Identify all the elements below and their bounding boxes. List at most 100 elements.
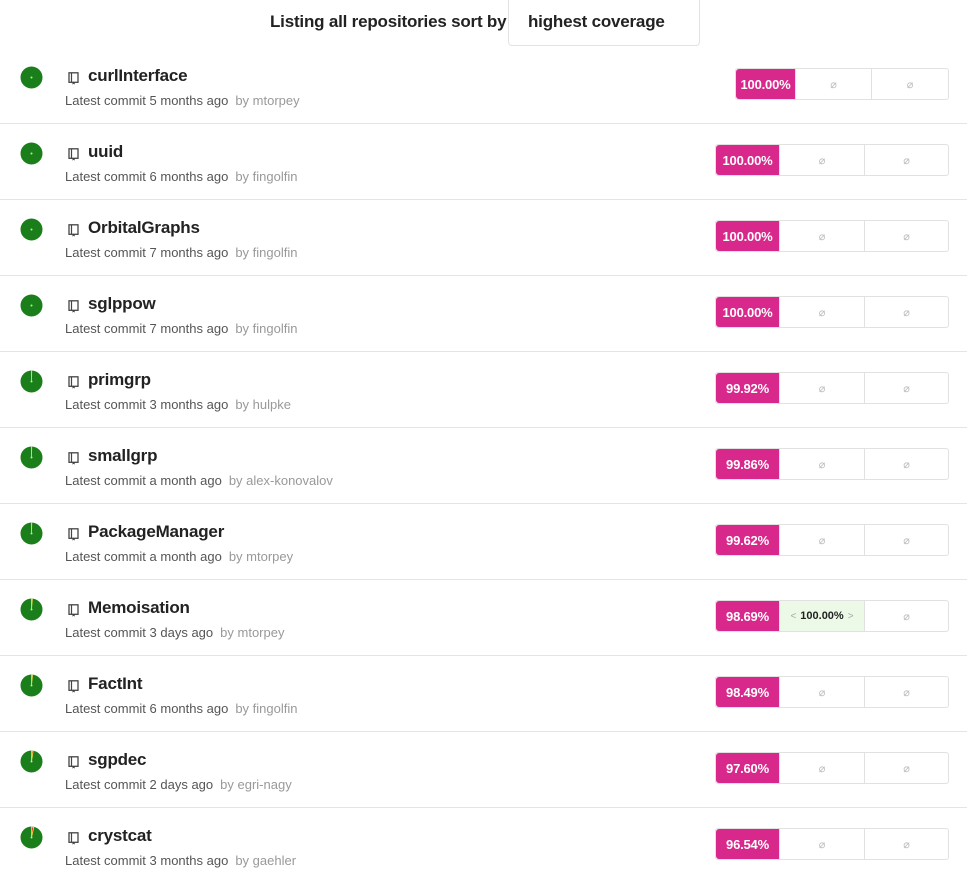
repo-name-link[interactable]: primgrp: [88, 370, 151, 390]
coverage-widget: 100.00% ⌀ ⌀: [715, 144, 949, 176]
coverage-badge[interactable]: 99.62%: [716, 525, 779, 555]
author-by: by: [228, 473, 243, 488]
null-set-icon[interactable]: ⌀: [779, 373, 864, 403]
coverage-status-icon: [20, 218, 43, 241]
book-icon: [68, 376, 79, 389]
coverage-badge[interactable]: 96.54%: [716, 829, 779, 859]
commit-author[interactable]: by alex-konovalov: [229, 473, 333, 488]
null-set-icon[interactable]: ⌀: [864, 145, 948, 175]
coverage-badge[interactable]: 100.00%: [716, 145, 779, 175]
coverage-badge[interactable]: 100.00%: [716, 297, 779, 327]
null-set-icon[interactable]: ⌀: [864, 525, 948, 555]
sort-dropdown[interactable]: highest coverage: [508, 0, 700, 46]
commit-time: Latest commit 3 months ago: [65, 397, 229, 412]
author-name: fingolfin: [252, 701, 298, 716]
repo-row: sgpdec Latest commit 2 days ago by egri-na…: [0, 732, 967, 808]
coverage-widget: 100.00% ⌀ ⌀: [715, 296, 949, 328]
repo-name-link[interactable]: curlInterface: [88, 66, 188, 86]
null-set-icon[interactable]: ⌀: [779, 753, 864, 783]
commit-author[interactable]: by gaehler: [235, 853, 296, 868]
null-set-icon[interactable]: ⌀: [795, 69, 871, 99]
repo-row: PackageManager Latest commit a month ago b…: [0, 504, 967, 580]
repo-name-link[interactable]: sglppow: [88, 294, 156, 314]
sort-dropdown-value: highest coverage: [528, 12, 665, 31]
repo-name-link[interactable]: smallgrp: [88, 446, 157, 466]
coverage-widget: 97.60% ⌀ ⌀: [715, 752, 949, 784]
repo-name-link[interactable]: FactInt: [88, 674, 143, 694]
commit-info: Latest commit 3 months ago by gaehler: [65, 853, 296, 868]
coverage-badge[interactable]: 99.92%: [716, 373, 779, 403]
commit-info: Latest commit 6 months ago by fingolfin: [65, 701, 297, 716]
book-icon: [68, 832, 79, 845]
author-by: by: [235, 397, 250, 412]
book-icon: [68, 148, 79, 161]
repo-row: smallgrp Latest commit a month ago by alex…: [0, 428, 967, 504]
null-set-icon[interactable]: ⌀: [779, 145, 864, 175]
coverage-badge[interactable]: 98.49%: [716, 677, 779, 707]
commit-author[interactable]: by fingolfin: [235, 321, 297, 336]
repo-name-link[interactable]: uuid: [88, 142, 123, 162]
commit-author[interactable]: by mtorpey: [220, 625, 284, 640]
null-set-icon[interactable]: ⌀: [864, 601, 948, 631]
comparison-coverage-value: 100.00%: [800, 610, 844, 622]
commit-info: Latest commit 3 months ago by hulpke: [65, 397, 291, 412]
coverage-status-icon: [20, 66, 43, 89]
repo-name-link[interactable]: PackageManager: [88, 522, 224, 542]
author-name: hulpke: [252, 397, 291, 412]
null-set-icon[interactable]: ⌀: [779, 297, 864, 327]
coverage-widget: 96.54% ⌀ ⌀: [715, 828, 949, 860]
null-set-icon[interactable]: ⌀: [864, 677, 948, 707]
book-icon: [68, 756, 79, 769]
coverage-badge[interactable]: 100.00%: [716, 221, 779, 251]
null-set-icon[interactable]: ⌀: [779, 525, 864, 555]
repo-name-link[interactable]: crystcat: [88, 826, 152, 846]
commit-info: Latest commit 2 days ago by egri-nagy: [65, 777, 292, 792]
null-set-icon[interactable]: ⌀: [864, 753, 948, 783]
comparison-coverage-cell[interactable]: <100.00% >: [779, 601, 864, 631]
null-set-icon[interactable]: ⌀: [864, 449, 948, 479]
author-by: by: [235, 169, 250, 184]
null-set-icon[interactable]: ⌀: [871, 69, 948, 99]
commit-author[interactable]: by mtorpey: [235, 93, 299, 108]
coverage-status-icon: [20, 674, 43, 697]
null-set-icon[interactable]: ⌀: [779, 829, 864, 859]
repo-row: OrbitalGraphs Latest commit 7 months ago b…: [0, 200, 967, 276]
null-set-icon[interactable]: ⌀: [864, 829, 948, 859]
null-set-icon[interactable]: ⌀: [779, 449, 864, 479]
author-name: gaehler: [252, 853, 297, 868]
null-set-icon[interactable]: ⌀: [779, 677, 864, 707]
commit-info: Latest commit 7 months ago by fingolfin: [65, 321, 297, 336]
repo-row: sglppow Latest commit 7 months ago by fing…: [0, 276, 967, 352]
coverage-badge[interactable]: 99.86%: [716, 449, 779, 479]
repo-name-link[interactable]: sgpdec: [88, 750, 147, 770]
author-name: fingolfin: [252, 169, 298, 184]
coverage-badge[interactable]: 97.60%: [716, 753, 779, 783]
repo-name-link[interactable]: OrbitalGraphs: [88, 218, 200, 238]
coverage-badge[interactable]: 100.00%: [736, 69, 795, 99]
commit-author[interactable]: by mtorpey: [229, 549, 293, 564]
commit-author[interactable]: by hulpke: [235, 397, 291, 412]
coverage-widget: 99.86% ⌀ ⌀: [715, 448, 949, 480]
null-set-icon[interactable]: ⌀: [864, 297, 948, 327]
repo-name-link[interactable]: Memoisation: [88, 598, 190, 618]
coverage-widget: 100.00% ⌀ ⌀: [715, 220, 949, 252]
author-name: fingolfin: [252, 245, 298, 260]
null-set-icon[interactable]: ⌀: [779, 221, 864, 251]
author-name: alex-konovalov: [246, 473, 333, 488]
author-by: by: [235, 701, 250, 716]
null-set-icon[interactable]: ⌀: [864, 221, 948, 251]
coverage-badge[interactable]: 98.69%: [716, 601, 779, 631]
commit-author[interactable]: by egri-nagy: [220, 777, 292, 792]
author-name: mtorpey: [252, 93, 300, 108]
commit-author[interactable]: by fingolfin: [235, 245, 297, 260]
commit-author[interactable]: by fingolfin: [235, 701, 297, 716]
sort-label: Listing all repositories sort by: [270, 12, 507, 31]
book-icon: [68, 452, 79, 465]
repo-row: uuid Latest commit 6 months ago by fingolf…: [0, 124, 967, 200]
null-set-icon[interactable]: ⌀: [864, 373, 948, 403]
coverage-widget: 100.00% ⌀ ⌀: [735, 68, 949, 100]
commit-author[interactable]: by fingolfin: [235, 169, 297, 184]
coverage-status-icon: [20, 446, 43, 469]
arrow-left-icon: <: [790, 610, 797, 622]
commit-info: Latest commit a month ago by alex-konoval…: [65, 473, 333, 488]
